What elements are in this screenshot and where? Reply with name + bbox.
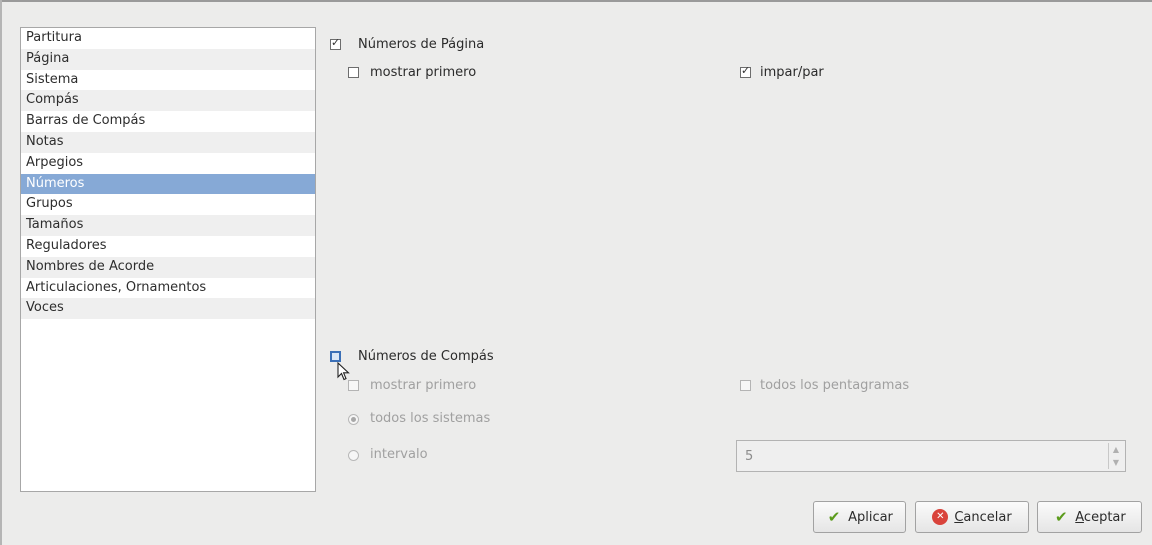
ok-button-label: Aceptar [1075,509,1126,525]
page-numbers-checkbox[interactable] [330,36,341,50]
spin-buttons: ▲ ▼ [1108,443,1123,469]
category-item[interactable]: Sistema [21,70,315,91]
page-show-first-label: mostrar primero [370,65,477,80]
spin-down-icon[interactable]: ▼ [1109,456,1123,469]
cancel-button[interactable]: ✕ Cancelar [915,501,1029,533]
measure-numbers-checkbox[interactable] [330,351,341,362]
category-item[interactable]: Grupos [21,194,315,215]
spin-up-icon[interactable]: ▲ [1109,443,1123,456]
category-list[interactable]: Partitura Página Sistema Compás Barras de Co… [20,27,316,492]
measure-numbers-label: Números de Compás [358,349,494,364]
all-staves-label: todos los pentagramas [760,378,910,393]
category-item[interactable]: Nombres de Acorde [21,256,315,278]
all-systems-radio[interactable] [348,414,359,425]
measure-show-first-label: mostrar primero [370,378,477,393]
odd-even-checkbox[interactable] [740,64,751,78]
apply-button-label: Aplicar [848,509,893,525]
category-item[interactable]: Página [21,48,315,70]
category-item[interactable]: Compás [21,90,315,112]
apply-button[interactable]: ✔ Aplicar [813,501,906,533]
category-item[interactable]: Arpegios [21,153,315,174]
interval-radio[interactable] [348,450,359,461]
category-item[interactable]: Barras de Compás [21,111,315,132]
category-item[interactable]: Reguladores [21,236,315,257]
category-item[interactable]: Articulaciones, Ornamentos [21,278,315,299]
interval-spinbox[interactable]: 5 ▲ ▼ [736,440,1126,472]
page-numbers-label: Números de Página [358,37,485,52]
window-left-border [0,0,2,545]
interval-value: 5 [745,449,754,464]
all-staves-checkbox[interactable] [740,380,751,391]
cancel-x-icon: ✕ [932,509,949,525]
all-systems-label: todos los sistemas [370,411,491,426]
interval-label: intervalo [370,447,428,462]
mouse-cursor-icon [337,362,350,381]
category-item[interactable]: Números [21,173,315,195]
category-item[interactable]: Notas [21,131,315,153]
page-show-first-checkbox[interactable] [348,67,359,78]
window-top-border [0,0,1152,2]
category-item[interactable]: Tamaños [21,215,315,236]
apply-check-icon: ✔ [827,508,841,526]
ok-button[interactable]: ✔ Aceptar [1037,501,1142,533]
category-item[interactable]: Partitura [21,28,315,49]
ok-check-icon: ✔ [1054,508,1068,526]
category-item[interactable]: Voces [21,298,315,320]
cancel-button-label: Cancelar [954,509,1012,525]
odd-even-label: impar/par [760,65,824,80]
